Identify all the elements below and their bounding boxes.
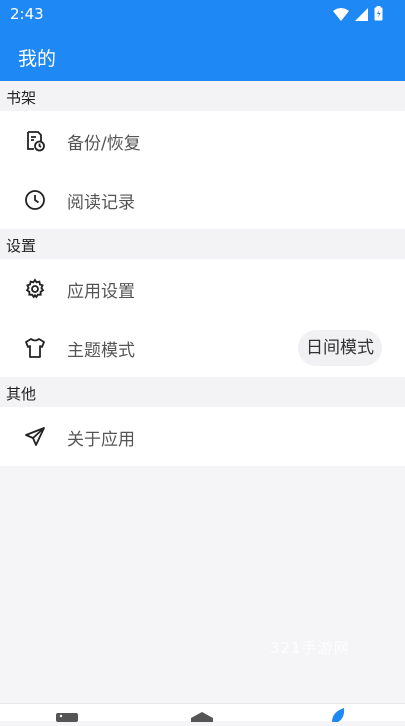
settings-group: 应用设置 主题模式 日间模式 [0, 259, 405, 377]
send-icon [24, 426, 46, 448]
menu-item-app-settings[interactable]: 应用设置 [0, 259, 405, 318]
nav-mine-icon[interactable] [330, 707, 354, 722]
section-header-bookshelf: 书架 [0, 81, 405, 111]
menu-item-about[interactable]: 关于应用 [0, 407, 405, 466]
menu-item-label: 主题模式 [67, 341, 135, 361]
status-icons [333, 6, 383, 25]
bottom-nav [0, 703, 405, 722]
section-header-settings: 设置 [0, 229, 405, 259]
battery-icon [374, 6, 383, 25]
backup-restore-icon [24, 130, 46, 152]
menu-item-label: 关于应用 [67, 430, 135, 450]
section-title: 设置 [6, 237, 37, 255]
tshirt-icon [24, 337, 46, 359]
menu-item-reading-history[interactable]: 阅读记录 [0, 170, 405, 229]
menu-item-backup-restore[interactable]: 备份/恢复 [0, 111, 405, 170]
other-group: 关于应用 [0, 407, 405, 466]
menu-item-label: 阅读记录 [67, 193, 135, 213]
menu-item-theme-mode[interactable]: 主题模式 日间模式 [0, 318, 405, 377]
section-header-other: 其他 [0, 377, 405, 407]
section-title: 其他 [6, 385, 37, 403]
menu-item-label: 应用设置 [67, 282, 135, 302]
bookshelf-group: 备份/恢复 阅读记录 [0, 111, 405, 229]
menu-item-label: 备份/恢复 [67, 134, 141, 154]
theme-mode-toggle[interactable]: 日间模式 [298, 330, 382, 366]
section-title: 书架 [6, 89, 37, 107]
status-bar: 2:43 [0, 0, 405, 29]
app-bar: 2:43 我的 [0, 0, 405, 81]
page-title: 我的 [18, 48, 57, 70]
wifi-icon [333, 6, 349, 25]
nav-bookshelf-icon[interactable] [56, 707, 80, 722]
watermark: 321手游网 [270, 639, 350, 657]
gear-icon [24, 278, 46, 300]
clock-icon [24, 189, 46, 211]
cellular-signal-icon [355, 6, 368, 25]
status-time: 2:43 [10, 5, 44, 23]
nav-home-icon[interactable] [191, 707, 215, 722]
